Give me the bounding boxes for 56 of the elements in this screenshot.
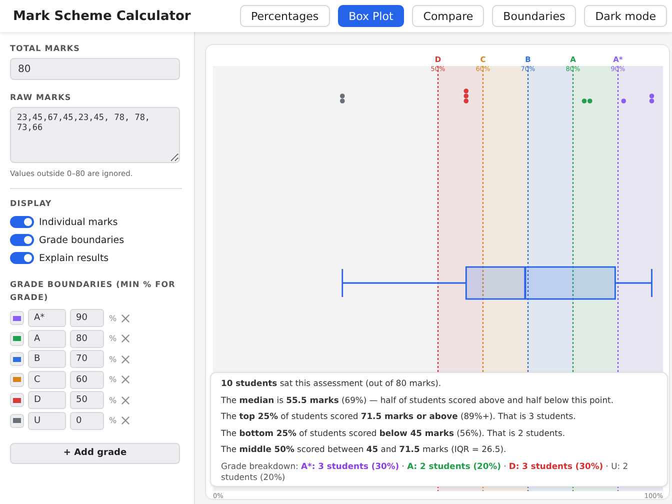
grade-name-field[interactable]: B (28, 350, 66, 368)
grade-breakdown: Grade breakdown: A*: 3 students (30%) · A: 2 students (20%) · D: 3 students (30%) · U: 2 students (20%) (221, 460, 630, 482)
color-picker[interactable] (10, 352, 24, 366)
grade-min-field[interactable]: 90 (70, 309, 104, 327)
unit-label: % (109, 396, 117, 405)
section-label: TOTAL MARKS (10, 44, 82, 53)
unit-label: % (109, 375, 117, 384)
color-picker[interactable] (10, 372, 24, 387)
color-picker[interactable] (10, 332, 24, 346)
unit-label: % (109, 334, 117, 344)
grade-min-field[interactable]: 80 (70, 330, 104, 348)
grade-name-field[interactable]: U (28, 412, 66, 430)
toggle-label: Explain results (39, 252, 109, 264)
view-tab[interactable]: Percentages (240, 5, 330, 27)
grade-name-field[interactable]: A (28, 330, 66, 348)
color-picker[interactable] (10, 393, 24, 408)
toggle-switch[interactable] (10, 234, 34, 246)
view-tab[interactable]: Compare (412, 5, 484, 27)
mark-dot (621, 98, 626, 104)
section-label: RAW MARKS (10, 93, 72, 102)
explanation-text: The median is 55.5 marks (69%) — half of students scored above and half below this point. (221, 394, 614, 406)
raw-marks-field[interactable]: 23,45,67,45,23,45, 78, 78, 73,66 (10, 107, 180, 163)
grade-min-field[interactable]: 50 (70, 391, 104, 410)
unit-label: % (109, 314, 117, 322)
close-icon[interactable] (120, 375, 130, 384)
unit-label: % (109, 354, 117, 364)
close-icon[interactable] (120, 416, 130, 426)
close-icon[interactable] (120, 334, 130, 344)
grade-min-field[interactable]: 60 (70, 370, 104, 389)
explanation-text: The bottom 25% of students scored below 45 marks (56%). That is 2 students. (221, 428, 566, 438)
color-picker[interactable] (10, 311, 24, 325)
close-icon[interactable] (120, 396, 130, 405)
grade-name-field[interactable]: A* (28, 309, 66, 327)
view-tab[interactable]: Box Plot (338, 5, 404, 27)
add-grade-button[interactable]: + Add grade (10, 442, 180, 464)
total-marks-field[interactable]: 80 (10, 58, 180, 80)
color-picker[interactable] (10, 414, 24, 428)
section-label: GRADE BOUNDARIES (MIN % FOR GRADE) (10, 279, 176, 304)
toggle-label: Individual marks (39, 216, 118, 228)
close-icon[interactable] (120, 354, 130, 364)
app-title: Mark Scheme Calculator (13, 8, 192, 24)
explanation-text: 10 students sat this assessment (out of 80 marks). (221, 378, 442, 389)
section-label: DISPLAY (10, 199, 53, 208)
grade-min-field[interactable]: 70 (70, 350, 104, 368)
grade-name-field[interactable]: D (28, 391, 66, 410)
toggle-switch[interactable] (10, 216, 34, 228)
grade-name-field[interactable]: C (28, 370, 66, 389)
close-icon[interactable] (120, 314, 130, 322)
explanation-text: The top 25% of students scored 71.5 marks or above (89%+). That is 3 students. (221, 411, 577, 422)
toggle-switch[interactable] (10, 252, 34, 264)
dark-mode-button[interactable]: Dark mode (584, 5, 667, 27)
explanation-text: The middle 50% scored between 45 and 71.5 marks (IQR = 26.5). (221, 444, 508, 455)
view-tab[interactable]: Boundaries (492, 5, 576, 27)
toggle-label: Grade boundaries (39, 234, 124, 246)
unit-label: % (109, 416, 117, 426)
grade-min-field[interactable]: 0 (70, 412, 104, 430)
